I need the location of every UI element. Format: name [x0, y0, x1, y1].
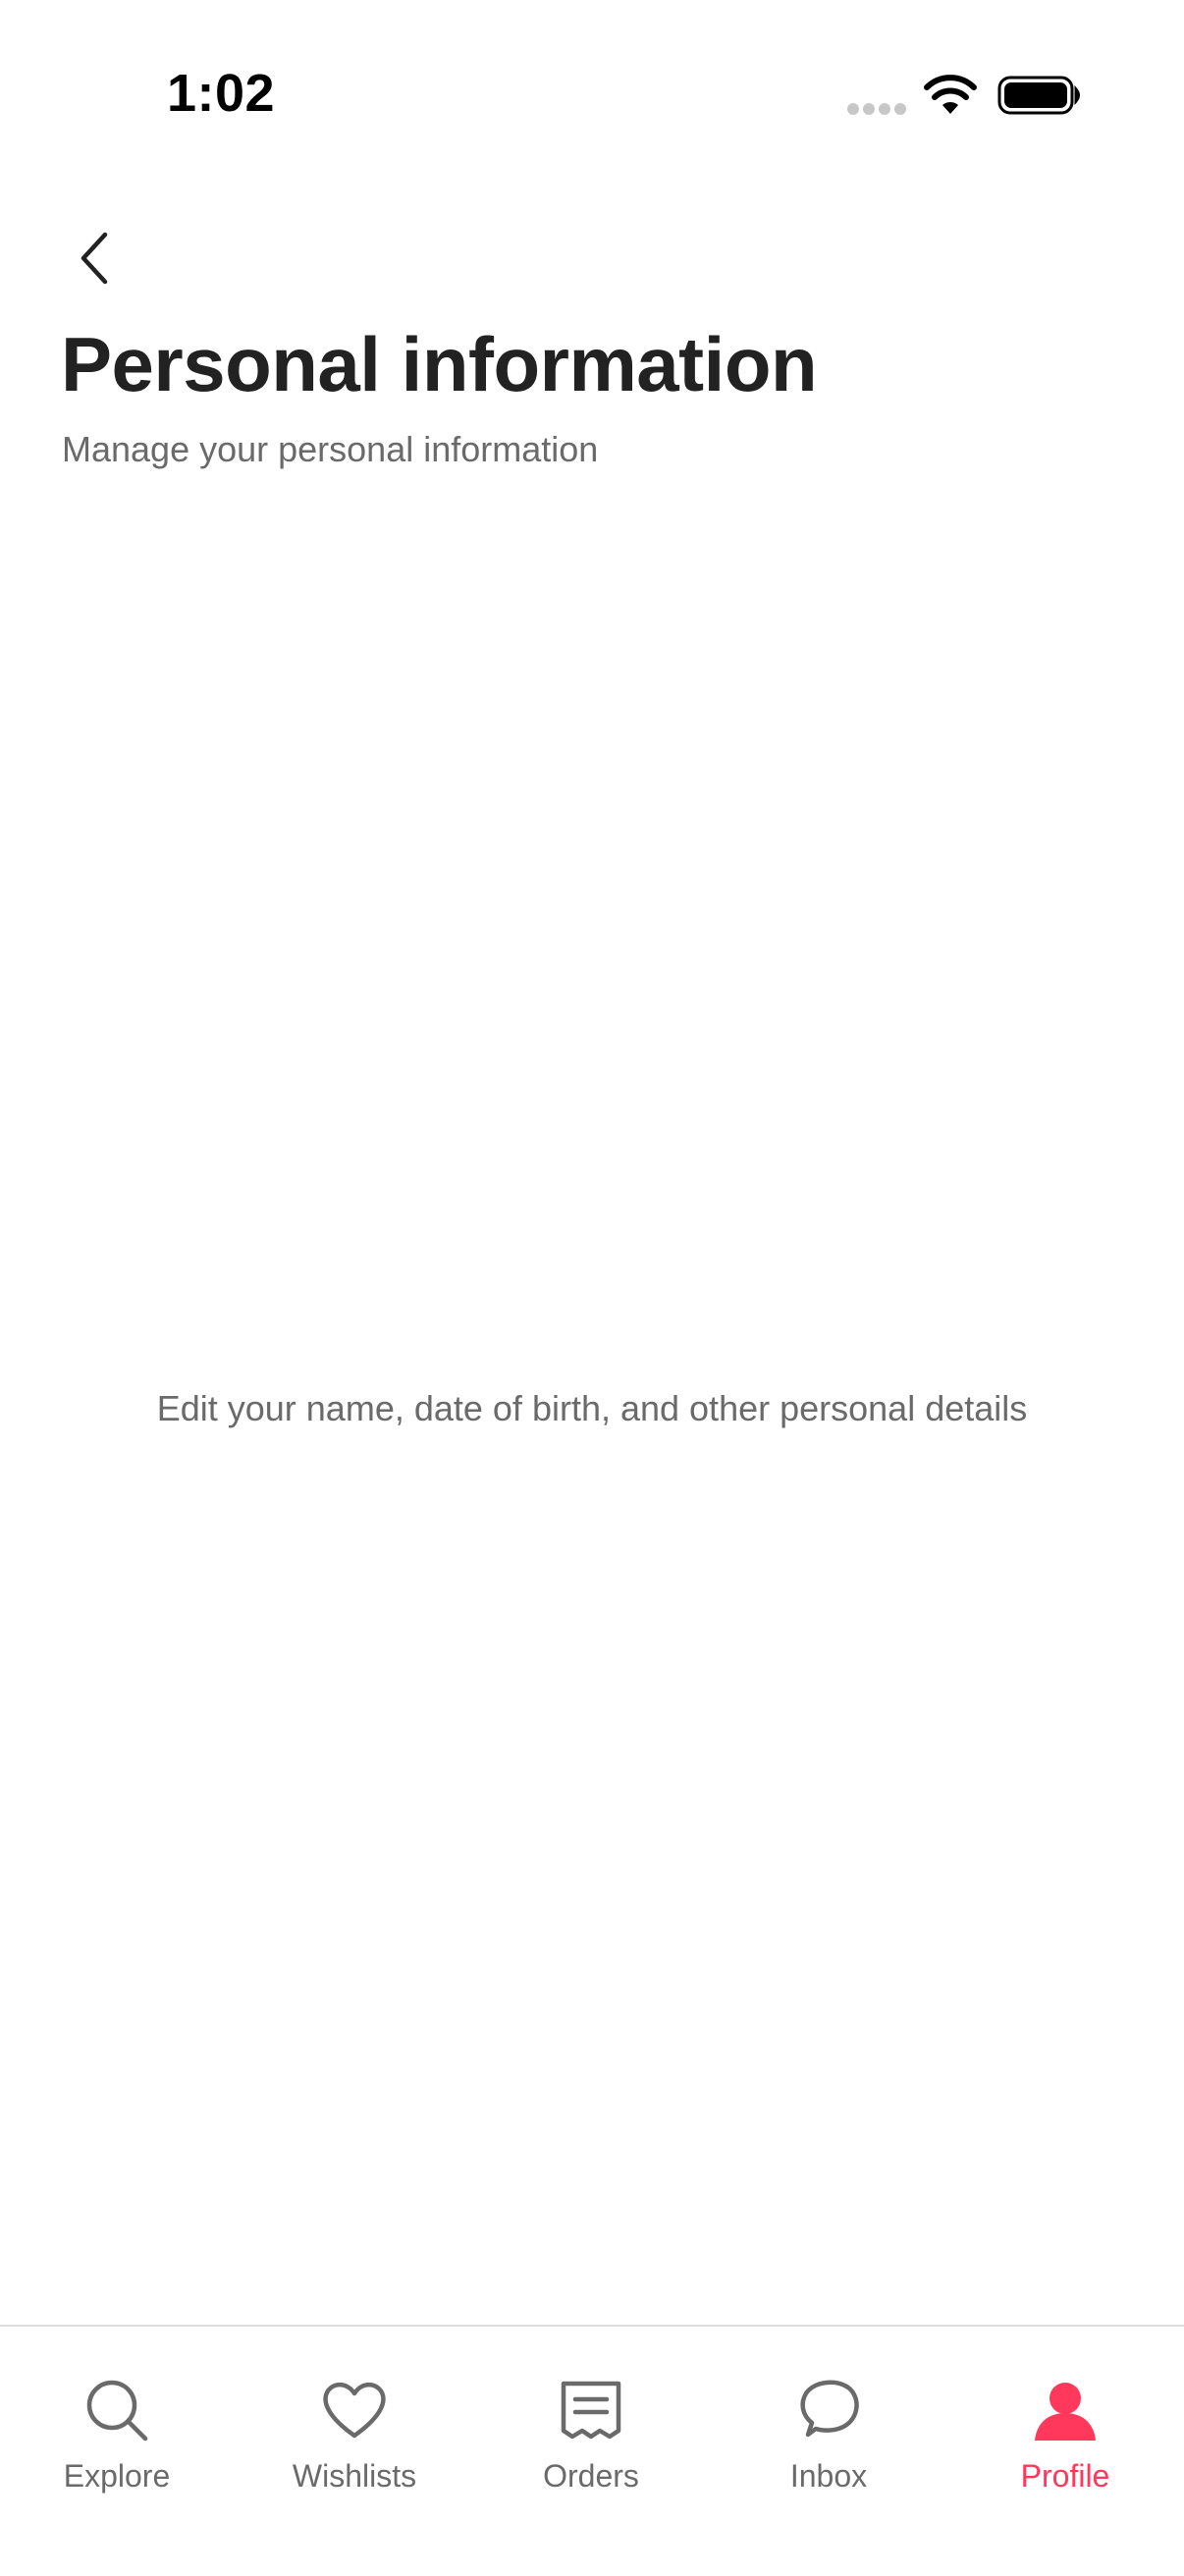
tab-explore[interactable]: Explore [19, 2327, 215, 2523]
search-icon [86, 2380, 148, 2442]
chat-bubble-icon [800, 2380, 859, 2438]
status-bar: 1:02 [0, 0, 1184, 187]
placeholder-message: Edit your name, date of birth, and other… [156, 1388, 1028, 1428]
wifi-icon [924, 75, 977, 114]
tab-label: Inbox [789, 2458, 868, 2494]
chevron-left-icon [81, 232, 108, 285]
tab-label: Wishlists [292, 2458, 417, 2494]
tab-wishlists[interactable]: Wishlists [256, 2327, 453, 2523]
page-title: Personal information [61, 321, 818, 407]
bottom-tab-bar: Explore Wishlists Orders Inbox Profile [0, 2325, 1184, 2576]
status-time: 1:02 [167, 64, 276, 123]
tab-inbox[interactable]: Inbox [730, 2327, 927, 2523]
tab-label: Profile [1020, 2458, 1110, 2494]
cellular-signal-icon [847, 103, 906, 115]
battery-icon [997, 76, 1080, 115]
tab-orders[interactable]: Orders [493, 2327, 689, 2523]
receipt-icon [561, 2381, 621, 2440]
tab-profile[interactable]: Profile [967, 2327, 1163, 2523]
page-subtitle: Manage your personal information [62, 429, 599, 469]
person-icon [1035, 2383, 1096, 2441]
back-button[interactable] [59, 222, 132, 295]
tab-label: Orders [543, 2458, 639, 2494]
heart-icon [323, 2383, 386, 2439]
tab-label: Explore [63, 2458, 171, 2494]
